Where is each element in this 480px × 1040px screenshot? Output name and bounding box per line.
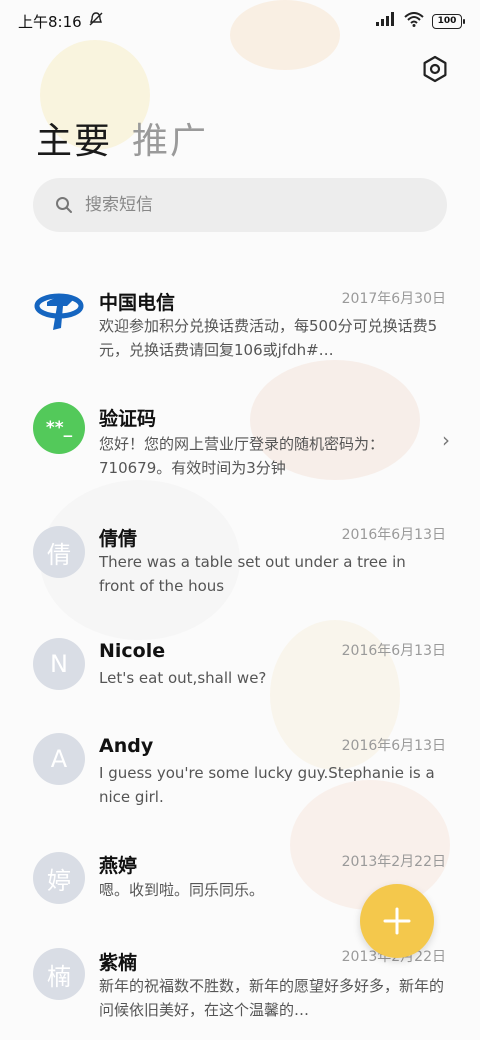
message-date: 2016年6月13日 bbox=[341, 738, 446, 754]
message-item[interactable]: 倩 倩倩 2016年6月13日 There was a table set ou… bbox=[0, 512, 480, 612]
message-preview: 新年的祝福数不胜数，新年的愿望好多好多，新年的问候依旧美好，在这个温馨的… bbox=[99, 977, 444, 1019]
message-item[interactable]: 中国电信 2017年6月30日 欢迎参加积分兑换话费活动，每500分可兑换话费5… bbox=[0, 272, 480, 372]
avatar: A bbox=[33, 733, 85, 785]
status-bar: 上午8:16 100 bbox=[0, 0, 480, 42]
search-icon bbox=[56, 197, 72, 213]
sender-name: 验证码 bbox=[99, 408, 157, 430]
message-preview: 您好！您的网上营业厅登录的随机密码为：710679。有效时间为3分钟 bbox=[99, 435, 385, 477]
message-item[interactable]: 楠 紫楠 2013年2月22日 新年的祝福数不胜数，新年的愿望好多好多，新年的问… bbox=[0, 942, 480, 1040]
settings-button[interactable] bbox=[420, 54, 450, 84]
tab-primary[interactable]: 主要 bbox=[36, 112, 112, 164]
search-input[interactable] bbox=[85, 195, 405, 215]
avatar: 倩 bbox=[33, 526, 85, 578]
message-date: 2013年2月22日 bbox=[341, 854, 446, 870]
sender-name: 燕婷 bbox=[99, 855, 138, 877]
avatar: N bbox=[33, 638, 85, 690]
sender-name: 中国电信 bbox=[99, 292, 176, 314]
message-preview: There was a table set out under a tree i… bbox=[99, 553, 406, 595]
chevron-right-icon[interactable]: › bbox=[442, 428, 450, 452]
sender-name: Andy bbox=[99, 735, 154, 757]
message-date: 2017年6月30日 bbox=[341, 291, 446, 307]
message-item[interactable]: A Andy 2016年6月13日 I guess you're some lu… bbox=[0, 727, 480, 827]
sender-name: 倩倩 bbox=[99, 528, 138, 550]
search-bar[interactable] bbox=[33, 178, 447, 232]
message-preview: 欢迎参加积分兑换话费活动，每500分可兑换话费5元，兑换话费请回复106或jfd… bbox=[99, 317, 438, 359]
avatar: **_ bbox=[33, 402, 85, 454]
plus-icon bbox=[383, 907, 411, 935]
hexagon-settings-icon bbox=[423, 55, 447, 83]
china-telecom-logo-icon bbox=[33, 284, 85, 336]
message-item[interactable]: **_ 验证码 您好！您的网上营业厅登录的随机密码为：710679。有效时间为3… bbox=[0, 392, 480, 492]
battery-icon: 100 bbox=[432, 13, 465, 29]
battery-level: 100 bbox=[437, 16, 457, 26]
tab-promotions[interactable]: 推广 bbox=[132, 112, 208, 164]
message-preview: I guess you're some lucky guy.Stephanie … bbox=[99, 764, 435, 806]
sender-name: 紫楠 bbox=[99, 952, 138, 974]
wifi-icon bbox=[404, 11, 424, 31]
tab-bar: 主要 推广 bbox=[36, 112, 208, 164]
message-date: 2016年6月13日 bbox=[341, 527, 446, 543]
mute-icon bbox=[88, 11, 104, 31]
signal-icon bbox=[376, 12, 396, 30]
avatar: 婷 bbox=[33, 852, 85, 904]
avatar: 楠 bbox=[33, 948, 85, 1000]
message-item[interactable]: N Nicole 2016年6月13日 Let's eat out,shall … bbox=[0, 632, 480, 732]
status-time: 上午8:16 bbox=[18, 12, 82, 31]
message-date: 2016年6月13日 bbox=[341, 643, 446, 659]
sender-name: Nicole bbox=[99, 640, 166, 662]
compose-button[interactable] bbox=[360, 884, 434, 958]
message-preview: Let's eat out,shall we? bbox=[99, 669, 267, 687]
